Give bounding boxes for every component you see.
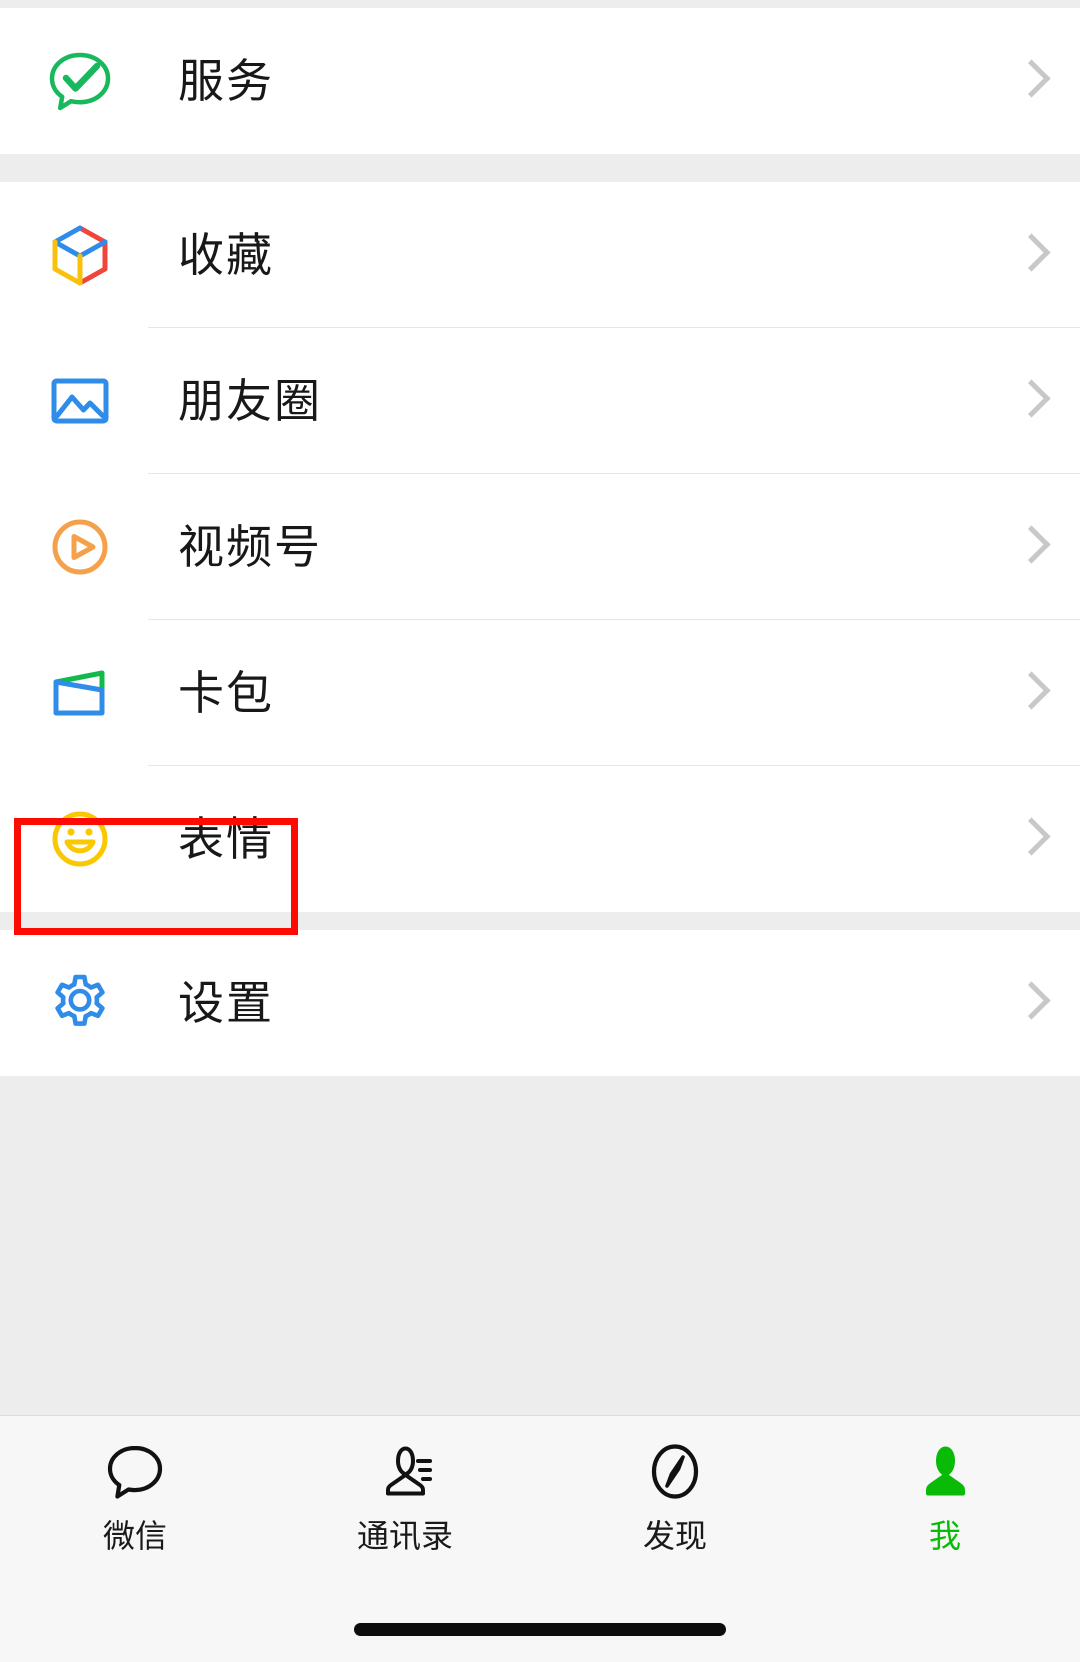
row-stickers[interactable]: 表情 — [0, 766, 1080, 912]
tab-contacts[interactable]: 通讯录 — [270, 1438, 540, 1552]
chevron-right-icon — [1016, 670, 1042, 716]
row-moments[interactable]: 朋友圈 — [0, 328, 1080, 474]
row-label: 收藏 — [178, 229, 274, 281]
section-gap-1 — [0, 154, 1080, 182]
tab-label: 发现 — [642, 1518, 707, 1554]
row-label: 设置 — [178, 977, 274, 1029]
tab-discover[interactable]: 发现 — [540, 1438, 810, 1552]
tab-label: 我 — [928, 1518, 961, 1554]
row-label: 卡包 — [178, 667, 274, 719]
row-settings[interactable]: 设置 — [0, 930, 1080, 1076]
row-label: 朋友圈 — [178, 375, 322, 427]
row-label: 视频号 — [178, 521, 322, 573]
chevron-right-icon — [1016, 232, 1042, 278]
services-section: 服务 — [0, 8, 1080, 154]
compass-icon — [641, 1438, 709, 1506]
bottom-tab-bar: 微信 通讯录 发现 我 — [0, 1415, 1080, 1662]
chevron-right-icon — [1016, 378, 1042, 424]
chevron-right-icon — [1016, 980, 1042, 1026]
settings-section: 设置 — [0, 930, 1080, 1076]
contacts-person-icon — [371, 1438, 439, 1506]
wechat-me-screen: 服务 收藏 朋友圈 视频号 卡包 表情 设置 微信 通讯录 发现 我 — [0, 0, 1080, 1662]
section-gap-2 — [0, 912, 1080, 930]
tab-label: 通讯录 — [356, 1518, 453, 1554]
moments-photo-icon — [42, 363, 118, 439]
chat-bubble-icon — [101, 1438, 169, 1506]
cards-wallet-icon — [42, 655, 118, 731]
row-services[interactable]: 服务 — [0, 8, 1080, 154]
row-label: 服务 — [178, 55, 274, 107]
channels-play-icon — [42, 509, 118, 585]
tab-me[interactable]: 我 — [810, 1438, 1080, 1552]
settings-gear-icon — [42, 965, 118, 1041]
person-filled-icon — [911, 1438, 979, 1506]
chevron-right-icon — [1016, 816, 1042, 862]
chevron-right-icon — [1016, 524, 1042, 570]
favorites-cube-icon — [42, 217, 118, 293]
services-icon — [42, 43, 118, 119]
row-favorites[interactable]: 收藏 — [0, 182, 1080, 328]
chevron-right-icon — [1016, 58, 1042, 104]
home-indicator — [354, 1623, 726, 1636]
tab-label: 微信 — [102, 1518, 167, 1554]
row-channels[interactable]: 视频号 — [0, 474, 1080, 620]
settings-list: 服务 收藏 朋友圈 视频号 卡包 表情 设置 — [0, 0, 1080, 1415]
top-gap — [0, 0, 1080, 8]
row-cards[interactable]: 卡包 — [0, 620, 1080, 766]
row-label: 表情 — [178, 813, 274, 865]
stickers-smiley-icon — [42, 801, 118, 877]
tab-chats[interactable]: 微信 — [0, 1438, 270, 1552]
features-section: 收藏 朋友圈 视频号 卡包 表情 — [0, 182, 1080, 912]
